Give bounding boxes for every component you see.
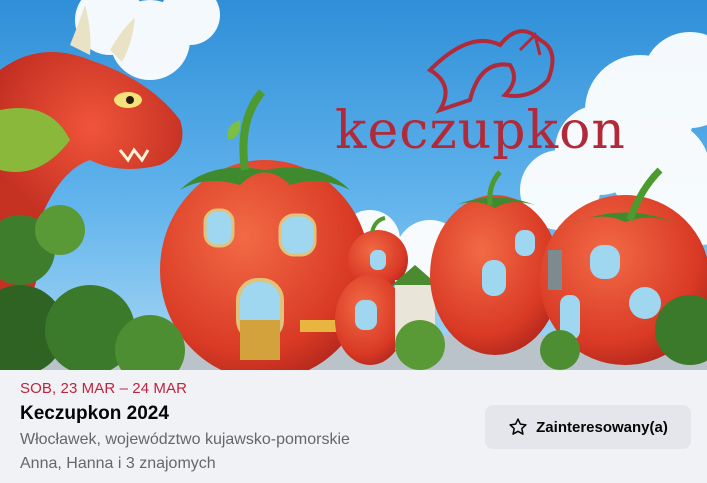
event-card[interactable]: keczupkon SOB, 23 MAR – 24 MAR Keczupkon… (0, 0, 707, 483)
event-location: Włocławek, województwo kujawsko-pomorski… (20, 431, 350, 448)
event-cover-image[interactable]: keczupkon (0, 0, 707, 370)
interested-button[interactable]: Zainteresowany(a) (485, 405, 691, 449)
event-friends-interested[interactable]: Anna, Hanna i 3 znajomych (20, 455, 216, 473)
event-details: SOB, 23 MAR – 24 MAR Keczupkon 2024 Włoc… (0, 370, 707, 483)
logo-text: keczupkon (335, 101, 626, 161)
event-title[interactable]: Keczupkon 2024 (20, 403, 169, 425)
interested-button-label: Zainteresowany(a) (536, 418, 668, 436)
event-date: SOB, 23 MAR – 24 MAR (20, 380, 188, 397)
star-icon (508, 417, 528, 437)
